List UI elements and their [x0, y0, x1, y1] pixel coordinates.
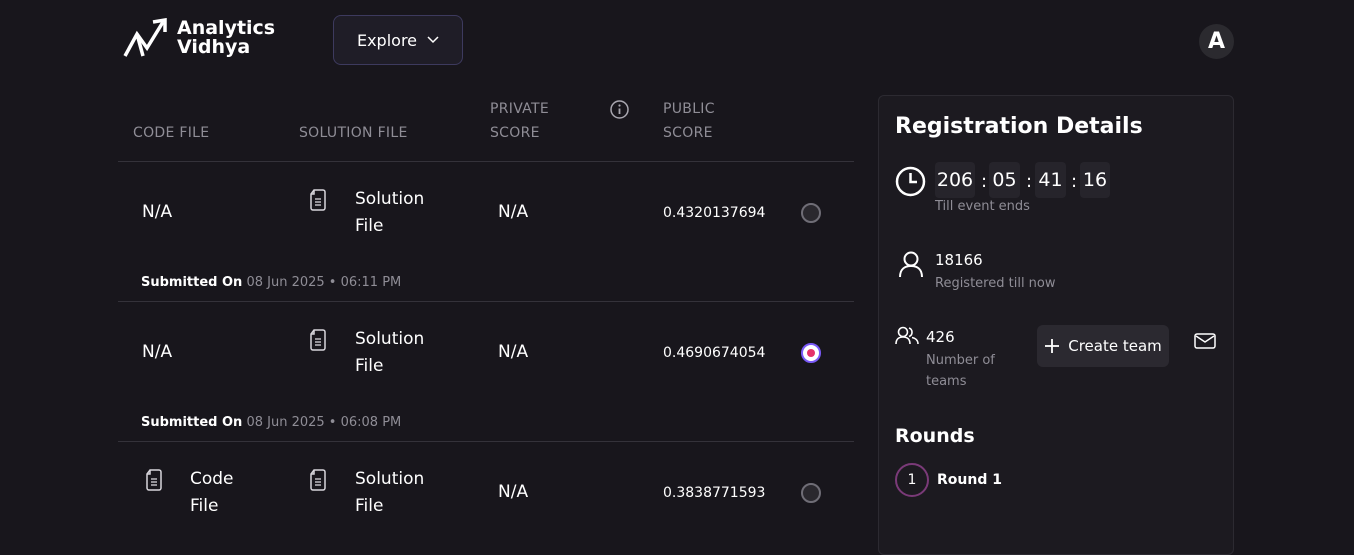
rounds-title: Rounds — [895, 425, 975, 447]
avatar-letter: A — [1207, 29, 1226, 54]
chevron-down-icon — [427, 36, 439, 44]
row-2-public-score: 0.4690674054 — [663, 345, 766, 361]
divider — [118, 441, 854, 442]
analytics-logo-icon — [123, 18, 167, 57]
team-icon — [895, 326, 919, 345]
row-3-select-radio[interactable] — [801, 483, 821, 503]
round-label[interactable]: Round 1 — [937, 472, 1002, 488]
row-2-file-icon — [310, 329, 326, 351]
column-header-public-score-line-2: SCORE — [663, 125, 713, 141]
teams-count: 426 — [926, 328, 955, 346]
timer-hours: 05 — [989, 162, 1020, 198]
column-header-solution-file: SOLUTION FILE — [299, 125, 408, 141]
bullet-separator: • — [328, 275, 337, 290]
timer-minutes: 41 — [1035, 162, 1066, 198]
column-header-public-score-line-1: PUBLIC — [663, 101, 715, 117]
registered-subtitle: Registered till now — [935, 276, 1056, 291]
logo-text: Analytics Vidhya — [177, 19, 275, 57]
logo-line-2: Vidhya — [177, 36, 251, 58]
column-header-private-score-line-1: PRIVATE — [490, 101, 549, 117]
row-3-code-line-1: Code — [190, 469, 234, 489]
row-1-submitted-info: Submitted On 08 Jun 2025 • 06:11 PM — [141, 275, 401, 290]
row-2-solution-file-link[interactable]: Solution File — [355, 326, 424, 380]
row-3-solution-file-link[interactable]: Solution File — [355, 466, 424, 520]
row-2-solution-line-1: Solution — [355, 329, 425, 349]
timer-days: 206 — [935, 162, 975, 198]
row-1-submitted-date: 08 Jun 2025 — [246, 275, 325, 290]
timer-subtitle: Till event ends — [935, 199, 1030, 214]
row-3-file-icon — [310, 469, 326, 491]
row-3-code-line-2: File — [190, 496, 219, 516]
row-3-public-score: 0.3838771593 — [663, 485, 766, 501]
row-2-submitted-info: Submitted On 08 Jun 2025 • 06:08 PM — [141, 415, 401, 430]
create-team-button[interactable]: Create team — [1037, 325, 1169, 367]
row-1-file-icon — [310, 189, 326, 211]
registration-title: Registration Details — [895, 114, 1143, 139]
logo[interactable]: Analytics Vidhya — [123, 18, 275, 58]
row-1-private-score: N/A — [498, 202, 529, 222]
registered-count: 18166 — [935, 251, 983, 269]
bullet-separator: • — [328, 415, 337, 430]
row-1-select-radio[interactable] — [801, 203, 821, 223]
create-team-label: Create team — [1068, 337, 1162, 355]
row-3-solution-line-1: Solution — [355, 469, 425, 489]
row-1-solution-file-link[interactable]: Solution File — [355, 186, 424, 240]
user-icon — [899, 251, 923, 278]
divider — [118, 301, 854, 302]
teams-subtitle-line-2: teams — [926, 374, 967, 389]
timer-separator: : — [981, 171, 988, 192]
round-number: 1 — [907, 472, 917, 488]
row-2-solution-line-2: File — [355, 356, 384, 376]
teams-subtitle-line-1: Number of — [926, 353, 995, 368]
round-number-badge[interactable]: 1 — [895, 463, 929, 497]
timer-separator: : — [1071, 171, 1078, 192]
row-3-code-file-link[interactable]: Code File — [190, 466, 234, 520]
column-header-private-score-line-2: SCORE — [490, 125, 540, 141]
plus-icon — [1045, 339, 1060, 353]
clock-icon — [895, 166, 926, 197]
row-2-submitted-date: 08 Jun 2025 — [246, 415, 325, 430]
timer-separator: : — [1026, 171, 1033, 192]
row-1-submitted-time: 06:11 PM — [340, 275, 402, 290]
row-2-select-radio[interactable] — [801, 343, 821, 363]
row-1-code-file: N/A — [142, 202, 173, 222]
row-1-solution-line-1: Solution — [355, 189, 425, 209]
row-1-public-score: 0.4320137694 — [663, 205, 766, 221]
row-3-solution-line-2: File — [355, 496, 384, 516]
row-1-solution-line-2: File — [355, 216, 384, 236]
explore-label: Explore — [356, 30, 418, 50]
info-icon[interactable] — [610, 100, 629, 119]
row-3-code-file-icon — [146, 469, 162, 491]
timer-seconds: 16 — [1080, 162, 1110, 198]
column-header-code-file: CODE FILE — [133, 125, 210, 141]
row-3-private-score: N/A — [498, 482, 529, 502]
row-2-submitted-time: 06:08 PM — [340, 415, 402, 430]
row-2-submitted-label: Submitted On — [141, 415, 243, 430]
divider — [118, 161, 854, 162]
explore-button[interactable]: Explore — [333, 15, 463, 65]
row-2-private-score: N/A — [498, 342, 529, 362]
row-1-submitted-label: Submitted On — [141, 275, 243, 290]
avatar[interactable]: A — [1199, 24, 1234, 59]
row-2-code-file: N/A — [142, 342, 173, 362]
mail-icon[interactable] — [1194, 333, 1216, 349]
